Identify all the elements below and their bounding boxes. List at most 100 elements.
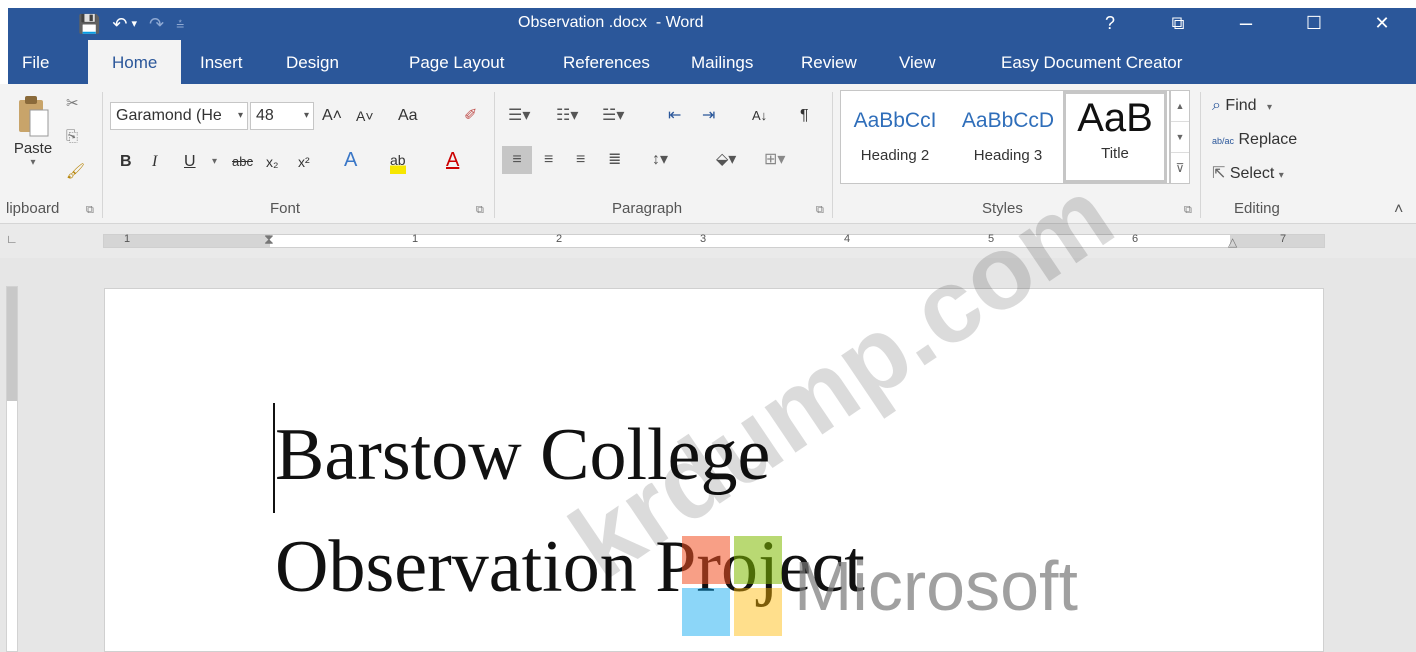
title-bar: 💾 ↶ ▾ ↷ ⩮ Observation .docx - Word ? ⧉ –… [8, 8, 1416, 40]
italic-button[interactable]: I [152, 148, 157, 176]
sort-button[interactable]: A↓ [752, 102, 767, 130]
clear-formatting-icon[interactable]: ✐ [464, 102, 477, 130]
align-right-icon[interactable]: ≡ [576, 146, 585, 174]
ruler-right-margin [1230, 235, 1324, 247]
quick-access-toolbar: 💾 ↶ ▾ ↷ ⩮ [78, 10, 184, 38]
shrink-font-button[interactable]: A˅ [356, 102, 374, 130]
ruler-number: 4 [844, 233, 851, 245]
scroll-up-icon[interactable]: ▲ [1171, 91, 1189, 122]
logo-square-blue [682, 588, 730, 636]
style-heading-3[interactable]: AaBbCcD Heading 3 [953, 91, 1063, 183]
format-painter-icon[interactable]: 🖌 [66, 162, 85, 180]
style-sample: AaBbCcD [961, 109, 1055, 132]
paste-dropdown-icon[interactable]: ▾ [8, 157, 58, 168]
scroll-down-icon[interactable]: ▼ [1171, 122, 1189, 153]
ribbon-display-options-button[interactable]: ⧉ [1144, 8, 1212, 40]
replace-icon: ab/ac [1212, 136, 1235, 146]
collapse-ribbon-icon[interactable]: ˄ [1394, 196, 1403, 224]
align-center-icon[interactable]: ≡ [544, 146, 553, 174]
group-divider [494, 92, 495, 218]
tab-selector-icon[interactable]: ∟ [6, 232, 18, 246]
ruler-number: 2 [556, 233, 563, 245]
subscript-button[interactable]: x₂ [266, 148, 278, 176]
tab-page-layout[interactable]: Page Layout [395, 40, 518, 84]
font-family-value: Garamond (He [116, 107, 222, 124]
find-button[interactable]: ⌕ Find ▾ [1212, 92, 1272, 120]
font-size-combo[interactable]: 48 ▾ [250, 102, 314, 130]
group-divider [832, 92, 833, 218]
paragraph-group-label: Paragraph [612, 200, 683, 217]
select-button[interactable]: ⇱ Select ▾ [1212, 160, 1284, 188]
logo-square-red [682, 536, 730, 584]
font-launcher-icon[interactable]: ⧉ [476, 204, 484, 217]
tab-design[interactable]: Design [272, 40, 353, 84]
multilevel-list-icon[interactable]: ☱▾ [602, 102, 624, 130]
style-title[interactable]: AaB Title [1063, 91, 1167, 183]
clipboard-group-label: lipboard [6, 200, 60, 217]
justify-icon[interactable]: ≣ [608, 146, 621, 174]
underline-dropdown-icon[interactable]: ▾ [212, 148, 217, 176]
paste-button[interactable]: Paste ▾ [8, 94, 58, 168]
right-indent-marker-icon[interactable]: △ [1228, 235, 1237, 249]
tab-home[interactable]: Home [88, 40, 182, 86]
tab-mailings[interactable]: Mailings [677, 40, 767, 84]
document-title-line-1[interactable]: Barstow College [275, 413, 770, 498]
microsoft-wordmark-watermark: Microsoft [794, 547, 1078, 625]
tab-view[interactable]: View [885, 40, 950, 84]
styles-group-label: Styles [982, 200, 1023, 217]
vertical-ruler[interactable] [6, 286, 18, 652]
superscript-button[interactable]: x² [298, 148, 310, 176]
indent-marker-icon[interactable]: ⧗ [264, 231, 274, 248]
decrease-indent-icon[interactable]: ⇤ [668, 102, 681, 130]
window-title: Observation .docx - Word [518, 14, 704, 31]
close-button[interactable]: ✕ [1348, 8, 1416, 40]
redo-icon[interactable]: ↷ [149, 10, 164, 38]
clipboard-launcher-icon[interactable]: ⧉ [86, 204, 94, 217]
show-formatting-button[interactable]: ¶ [800, 102, 809, 130]
undo-dropdown-icon[interactable]: ▾ [132, 10, 138, 38]
grow-font-button[interactable]: A˄ [322, 102, 342, 130]
tab-insert[interactable]: Insert [186, 40, 257, 84]
customize-qat-icon[interactable]: ⩮ [176, 10, 184, 38]
style-name: Title [1101, 145, 1129, 162]
bold-button[interactable]: B [120, 148, 132, 176]
chevron-down-icon: ▾ [303, 110, 309, 121]
replace-button[interactable]: ab/ac Replace [1212, 126, 1297, 154]
tab-easy-document-creator[interactable]: Easy Document Creator [987, 40, 1196, 84]
paragraph-launcher-icon[interactable]: ⧉ [816, 204, 824, 217]
maximize-button[interactable]: ☐ [1280, 8, 1348, 40]
undo-icon[interactable]: ↶ [112, 10, 127, 38]
bullets-icon[interactable]: ☰▾ [508, 102, 530, 130]
tab-review[interactable]: Review [787, 40, 871, 84]
align-left-icon[interactable]: ≡ [502, 146, 532, 174]
style-name: Heading 3 [973, 147, 1043, 164]
text-effects-button[interactable]: A [344, 146, 357, 174]
numbering-icon[interactable]: ☷▾ [556, 102, 578, 130]
help-button[interactable]: ? [1076, 8, 1144, 40]
save-icon[interactable]: 💾 [78, 10, 100, 38]
underline-button[interactable]: U [184, 148, 196, 176]
borders-icon[interactable]: ⊞▾ [764, 146, 785, 174]
font-group-label: Font [270, 200, 301, 217]
highlight-button[interactable]: ab [390, 146, 406, 174]
increase-indent-icon[interactable]: ⇥ [702, 102, 715, 130]
horizontal-ruler[interactable]: 1 1 2 3 4 5 6 7 ⧗ △ [103, 231, 1325, 249]
line-spacing-icon[interactable]: ↕▾ [652, 146, 668, 174]
ruler-number: 1 [124, 233, 131, 245]
ruler-number: 1 [412, 233, 419, 245]
cut-icon[interactable]: ✂ [66, 94, 79, 112]
copy-icon[interactable]: ⎘ [66, 128, 78, 145]
font-color-button[interactable]: A [446, 146, 459, 174]
style-heading-2[interactable]: AaBbCcI Heading 2 [841, 91, 949, 183]
font-family-combo[interactable]: Garamond (He ▾ [110, 102, 248, 130]
strikethrough-button[interactable]: abc [232, 148, 253, 176]
select-label: Select [1229, 165, 1275, 182]
shading-icon[interactable]: ⬙▾ [716, 146, 736, 174]
tab-references[interactable]: References [549, 40, 664, 84]
styles-more-icon[interactable]: ⊽ [1171, 153, 1189, 184]
change-case-button[interactable]: Aa [398, 102, 418, 130]
tab-file[interactable]: File [8, 40, 63, 84]
paste-icon [19, 96, 49, 137]
styles-launcher-icon[interactable]: ⧉ [1184, 204, 1192, 217]
minimize-button[interactable]: – [1212, 8, 1280, 40]
